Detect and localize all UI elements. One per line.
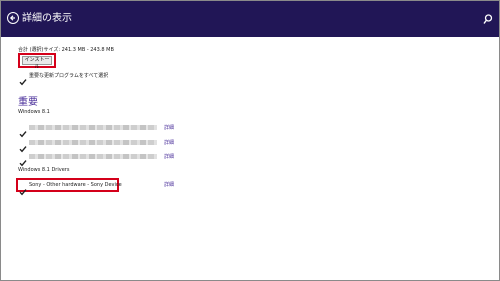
select-all-checkbox[interactable] [19, 71, 27, 86]
detail-link[interactable]: 詳細 [164, 139, 174, 146]
header-bar: 詳細の表示 [1, 1, 499, 37]
detail-link[interactable]: 詳細 [164, 124, 174, 131]
update-name-redacted [29, 125, 157, 130]
search-icon[interactable] [483, 11, 493, 30]
update-checkbox[interactable] [19, 123, 27, 138]
total-size-text: 合計 (選択)サイズ: 241.3 MB - 243.8 MB [18, 47, 114, 53]
update-name-redacted [29, 154, 157, 159]
update-checkbox[interactable] [19, 138, 27, 153]
driver-checkbox[interactable] [19, 181, 27, 196]
window-frame: 詳細の表示 合計 (選択)サイズ: 241.3 MB - 243.8 MB イン… [0, 0, 500, 281]
update-checkbox[interactable] [19, 152, 27, 167]
update-name-redacted [29, 140, 157, 145]
section-title: 重要 [18, 97, 38, 108]
detail-link[interactable]: 詳細 [164, 181, 174, 188]
back-arrow-icon[interactable] [7, 12, 19, 24]
group-label-drivers: Windows 8.1 Drivers [18, 167, 70, 173]
page-title: 詳細の表示 [22, 13, 72, 24]
detail-link[interactable]: 詳細 [164, 153, 174, 160]
select-all-label: 重要な更新プログラムをすべて選択 [29, 73, 109, 79]
group-label-windows81: Windows 8.1 [18, 109, 50, 115]
driver-update-name: Sony - Other hardware - Sony Device [29, 182, 122, 188]
install-button[interactable]: インストール [22, 56, 52, 70]
